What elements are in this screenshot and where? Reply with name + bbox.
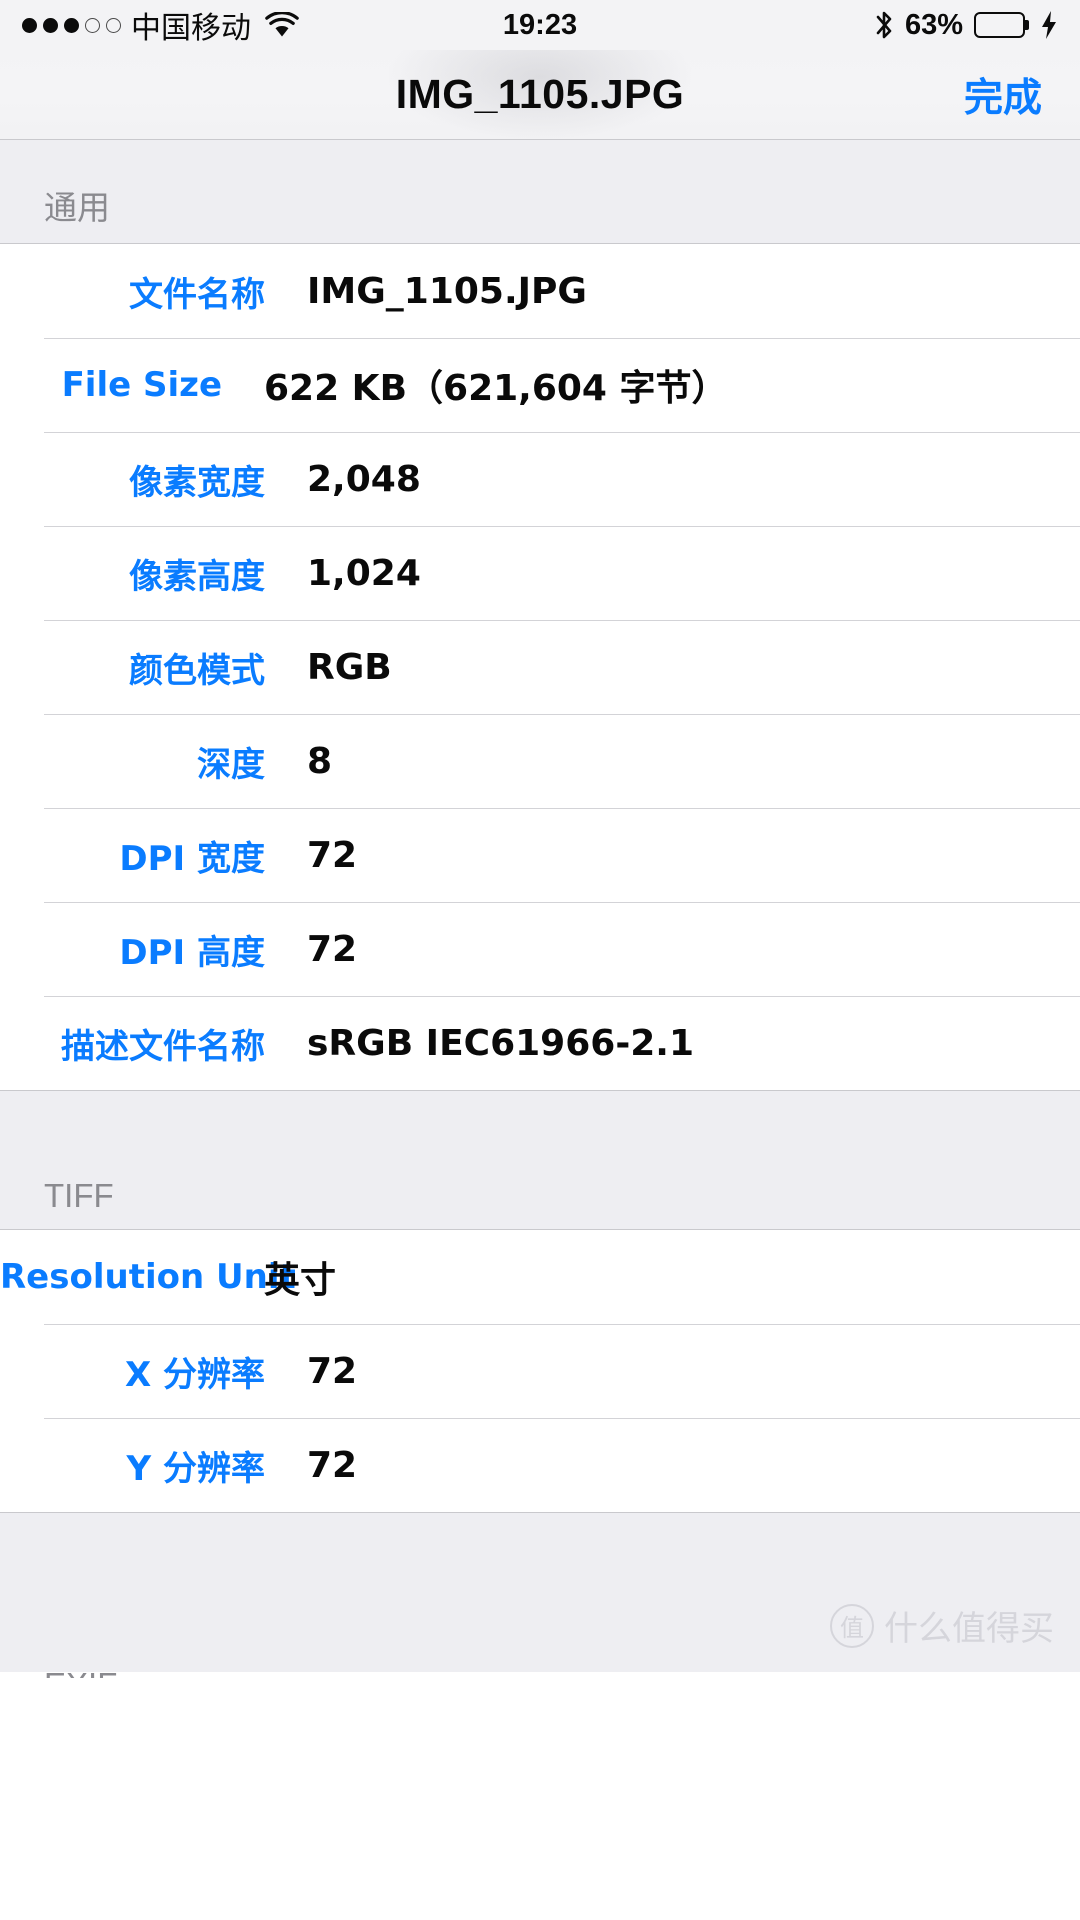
battery-percent-label: 63% [904, 8, 963, 41]
section-rows: 文件名称 IMG_1105.JPG File Size 622 KB（621,604 … [0, 244, 1080, 1090]
bluetooth-icon [874, 9, 894, 41]
row-value: 72 [307, 1350, 358, 1392]
row-label: DPI 高度 [119, 932, 265, 973]
row-value: sRGB IEC61966-2.1 [307, 1022, 695, 1064]
table-row[interactable]: DPI 宽度 72 [0, 808, 1080, 902]
row-value: 72 [307, 928, 358, 970]
metadata-list: 通用文件名称 IMG_1105.JPG File Size 622 KB（621,60… [0, 140, 1080, 1678]
table-row[interactable]: 颜色模式 RGB [0, 620, 1080, 714]
row-label: Resolution Unit [0, 1257, 296, 1297]
status-bar: 中国移动 19:23 63% [0, 0, 1080, 50]
row-value: 622 KB（621,604 字节） [264, 368, 728, 409]
row-value: IMG_1105.JPG [307, 270, 587, 312]
table-row[interactable]: 深度 8 [0, 714, 1080, 808]
row-label: Y 分辨率 [126, 1448, 265, 1489]
table-row[interactable]: X 分辨率 72 [0, 1324, 1080, 1418]
row-value: 72 [307, 834, 358, 876]
row-value: 英寸 [264, 1260, 337, 1301]
table-row[interactable]: 像素宽度 2,048 [0, 432, 1080, 526]
table-row[interactable]: Y 分辨率 72 [0, 1418, 1080, 1512]
signal-strength-icon [22, 17, 121, 33]
table-row[interactable]: Resolution Unit 英寸 [0, 1230, 1080, 1324]
table-row[interactable]: DPI 高度 72 [0, 902, 1080, 996]
row-label: 颜色模式 [129, 650, 265, 691]
done-button[interactable]: 完成 [964, 67, 1042, 123]
row-value: RGB [307, 646, 392, 688]
battery-icon [974, 12, 1025, 38]
table-row[interactable]: 像素高度 1,024 [0, 526, 1080, 620]
watermark: 值什么值得买 [830, 1601, 1054, 1650]
footer-area: 值什么值得买 EXIF [0, 1512, 1080, 1678]
page-title: IMG_1105.JPG [395, 71, 685, 117]
row-label: 描述文件名称 [61, 1026, 265, 1067]
row-value: 2,048 [307, 458, 421, 500]
row-value: 72 [307, 1444, 358, 1486]
section-header: 通用 [0, 140, 1080, 244]
row-label: File Size [61, 365, 222, 405]
next-section-header-partial: EXIF [44, 1666, 117, 1678]
navigation-bar: IMG_1105.JPG 完成 [0, 50, 1080, 140]
section-header: TIFF [0, 1090, 1080, 1230]
table-row[interactable]: 描述文件名称 sRGB IEC61966-2.1 [0, 996, 1080, 1090]
carrier-label: 中国移动 [131, 11, 251, 46]
row-label: 深度 [197, 744, 265, 785]
status-bar-left: 中国移动 [22, 3, 299, 47]
watermark-text: 什么值得买 [884, 1609, 1054, 1649]
watermark-badge-icon: 值 [830, 1603, 874, 1648]
row-value: 1,024 [307, 552, 421, 594]
row-label: 文件名称 [129, 274, 265, 315]
table-row[interactable]: File Size 622 KB（621,604 字节） [0, 338, 1080, 432]
row-value: 8 [307, 740, 333, 782]
table-row[interactable]: 文件名称 IMG_1105.JPG [0, 244, 1080, 338]
row-label: DPI 宽度 [119, 838, 265, 879]
row-label: 像素高度 [129, 556, 265, 597]
wifi-icon [265, 12, 299, 38]
section-rows: Resolution Unit 英寸 X 分辨率 72 Y 分辨率 72 [0, 1230, 1080, 1512]
lightning-bolt-icon [1040, 10, 1058, 40]
status-bar-right: 63% [874, 9, 1058, 42]
row-label: X 分辨率 [124, 1354, 265, 1395]
row-label: 像素宽度 [129, 462, 265, 503]
